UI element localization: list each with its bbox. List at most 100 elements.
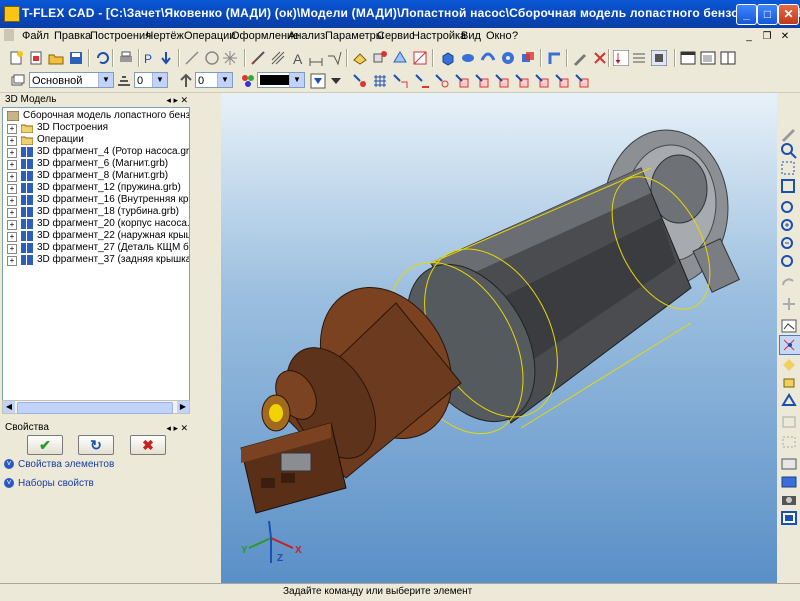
expand-icon[interactable]: +	[7, 184, 17, 194]
zoom-plus-icon[interactable]	[779, 217, 799, 235]
close-button[interactable]: ✕	[778, 4, 799, 25]
layer-select[interactable]: Основной ▼	[29, 72, 114, 88]
expand-icon[interactable]: +	[7, 136, 17, 146]
line-icon[interactable]	[184, 50, 200, 66]
maximize-button[interactable]: □	[757, 4, 778, 25]
refresh-button[interactable]: ↻	[78, 435, 114, 455]
expand-icon[interactable]: +	[7, 124, 17, 134]
parameters-icon[interactable]: P	[142, 50, 158, 66]
snap-node-icon[interactable]	[352, 73, 368, 89]
expand-icon[interactable]: +	[7, 148, 17, 158]
menu-analysis[interactable]: Анализ	[288, 30, 325, 42]
undo-icon[interactable]	[94, 50, 110, 66]
render-icon[interactable]	[779, 473, 799, 491]
perspective-icon[interactable]	[779, 391, 799, 409]
rough-icon[interactable]	[326, 50, 342, 66]
snap-fragment-icon[interactable]	[554, 73, 570, 89]
circle-icon[interactable]	[204, 50, 220, 66]
light-icon[interactable]	[779, 373, 799, 391]
display-mode-icon[interactable]	[779, 509, 799, 527]
delete-icon[interactable]	[592, 50, 608, 66]
filter-icon[interactable]	[310, 73, 326, 89]
open-icon[interactable]	[48, 50, 64, 66]
camera-icon[interactable]	[779, 491, 799, 509]
zoom-icon[interactable]	[779, 199, 799, 217]
menu-file[interactable]: Файл	[22, 30, 49, 42]
snap-lcs-icon[interactable]	[534, 73, 550, 89]
panel-controls-icon[interactable]: ◂ ▸ ✕	[166, 93, 188, 107]
text-icon[interactable]: A	[290, 50, 306, 66]
wireframe-icon[interactable]	[779, 433, 799, 451]
zoom-previous-icon[interactable]	[779, 253, 799, 271]
mdi-close-button[interactable]: ✕	[778, 30, 792, 43]
menu-service[interactable]: Сервис	[377, 30, 415, 42]
snap-edge-icon[interactable]	[414, 73, 430, 89]
snap-body-icon[interactable]	[474, 73, 490, 89]
zoom-minus-icon[interactable]	[779, 235, 799, 253]
level-input[interactable]: 0 ▼	[134, 72, 168, 88]
edit-icon[interactable]	[572, 50, 588, 66]
priority-input[interactable]: 0 ▼	[195, 72, 233, 88]
expand-icon[interactable]: +	[7, 232, 17, 242]
menu-view[interactable]: Вид	[461, 30, 481, 42]
panel-controls-icon[interactable]: ◂ ▸ ✕	[166, 421, 188, 435]
snap-center-icon[interactable]	[434, 73, 450, 89]
loft-icon[interactable]	[480, 50, 496, 66]
selection-mode-icon[interactable]	[779, 335, 800, 355]
chevron-down-icon[interactable]: ▼	[98, 73, 113, 87]
chevron-down-icon[interactable]: ˅	[4, 478, 14, 488]
menu-settings[interactable]: Настройка	[412, 30, 466, 42]
ok-button[interactable]: ✔	[27, 435, 63, 455]
app-icon[interactable]	[4, 6, 20, 22]
snap-grid-icon[interactable]	[372, 73, 388, 89]
tile-icon[interactable]	[720, 50, 736, 66]
3d-profile-icon[interactable]	[392, 50, 408, 66]
fit-window-icon[interactable]	[779, 159, 799, 177]
expand-icon[interactable]: +	[7, 160, 17, 170]
pan-icon[interactable]	[779, 295, 799, 313]
snap-vertex-icon[interactable]	[392, 73, 408, 89]
expand-icon[interactable]: +	[7, 220, 17, 230]
align-icon[interactable]	[631, 50, 647, 66]
menu-help[interactable]: ?	[512, 30, 518, 42]
menu-edit[interactable]: Правка	[54, 30, 91, 42]
color-select[interactable]: ▼	[257, 72, 305, 88]
minimize-button[interactable]: _	[736, 4, 757, 25]
zoom-in-icon[interactable]	[779, 141, 799, 159]
scroll-right-icon[interactable]: ▶	[177, 401, 189, 413]
expand-icon[interactable]: +	[7, 256, 17, 266]
model-tree-icon[interactable]	[651, 50, 667, 66]
snap-loop-icon[interactable]	[494, 73, 510, 89]
cascade-icon[interactable]	[700, 50, 716, 66]
sketch-icon[interactable]	[250, 50, 266, 66]
3d-node-icon[interactable]	[372, 50, 388, 66]
filter-dropdown-icon[interactable]	[328, 73, 344, 89]
sort-icon[interactable]	[613, 50, 629, 66]
workplane-icon[interactable]	[352, 50, 368, 66]
print-icon[interactable]	[118, 50, 134, 66]
hatch-icon[interactable]	[270, 50, 286, 66]
element-properties-section[interactable]: ˅ Свойства элементов	[4, 457, 190, 473]
scroll-left-icon[interactable]: ◀	[3, 401, 15, 413]
cancel-button[interactable]: ✖	[130, 435, 166, 455]
snap-path-icon[interactable]	[514, 73, 530, 89]
chevron-down-icon[interactable]: ▼	[217, 73, 232, 87]
arrow-down-icon[interactable]	[158, 50, 174, 66]
boolean-icon[interactable]	[520, 50, 536, 66]
hidden-lines-icon[interactable]	[779, 413, 799, 431]
menu-window[interactable]: Окно	[486, 30, 512, 42]
rotate-view-icon[interactable]	[779, 275, 799, 293]
save-icon[interactable]	[68, 50, 84, 66]
snap-operation-icon[interactable]	[574, 73, 590, 89]
document-icon[interactable]	[4, 29, 14, 41]
window-icon[interactable]	[680, 50, 696, 66]
view-orient-icon[interactable]	[779, 355, 799, 373]
zoom-window-icon[interactable]	[779, 177, 799, 195]
mdi-restore-button[interactable]: ❐	[760, 30, 774, 43]
section-icon[interactable]	[412, 50, 428, 66]
chevron-down-icon[interactable]: ˅	[4, 459, 14, 469]
menu-construct[interactable]: Построения	[90, 30, 151, 42]
menu-parameters[interactable]: Параметры	[325, 30, 384, 42]
expand-icon[interactable]: +	[7, 196, 17, 206]
expand-icon[interactable]: +	[7, 208, 17, 218]
